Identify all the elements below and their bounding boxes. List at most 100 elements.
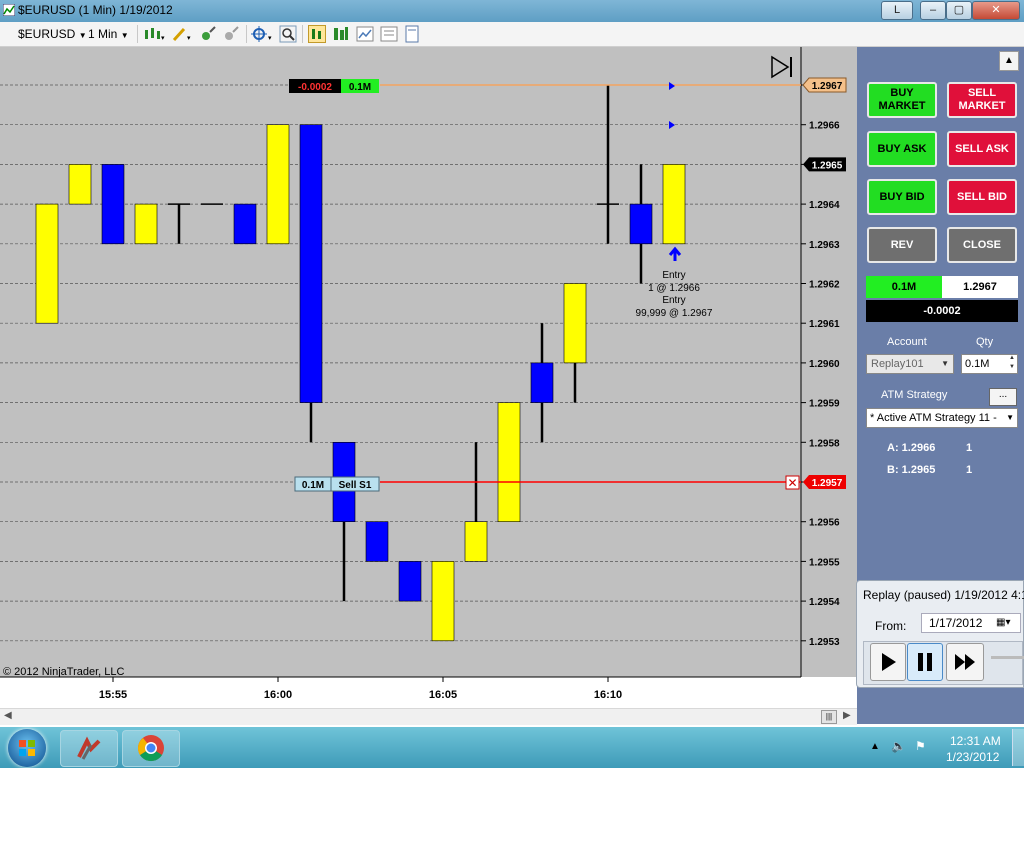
stepper-icon[interactable]: ▲ ▼	[1009, 354, 1015, 372]
remove-indicator-icon[interactable]	[222, 25, 240, 43]
start-button[interactable]	[8, 729, 46, 767]
chevron-down-icon: ▼	[78, 31, 87, 40]
time-tick-label: 15:55	[99, 689, 127, 701]
up-bar	[68, 164, 92, 205]
ninjatrader-icon	[77, 736, 101, 760]
sell-ask-button[interactable]: SELL ASK	[947, 131, 1017, 167]
collapse-panel-icon[interactable]: ▲	[999, 51, 1019, 71]
account-select[interactable]: Replay101 ▼	[866, 354, 954, 374]
minimize-button[interactable]: –	[920, 1, 946, 20]
down-bar	[299, 124, 323, 403]
fast-forward-button[interactable]	[946, 643, 984, 681]
buy-market-button[interactable]: BUY MARKET	[867, 82, 937, 118]
chart-trader-icon[interactable]	[308, 25, 326, 43]
show-desktop-button[interactable]	[1012, 729, 1024, 766]
position-pnl: -0.0002	[866, 300, 1018, 322]
qty-input[interactable]: 0.1M ▲ ▼	[961, 354, 1018, 374]
up-bar	[563, 283, 587, 364]
sell-market-button[interactable]: SELL MARKET	[947, 82, 1017, 118]
time-tick-label: 16:00	[264, 689, 292, 701]
volume-icon[interactable]: 🔈	[891, 739, 906, 753]
last-price-marker-label: 1.2965	[812, 160, 843, 171]
scroll-right-icon[interactable]: ▶	[843, 710, 851, 721]
ask-level: A: 1.2966	[887, 442, 936, 454]
replay-window: Replay (paused) 1/19/2012 4:1 From: 1/17…	[856, 580, 1024, 688]
window-link-icon[interactable]	[403, 25, 421, 43]
clock-time[interactable]: 12:31 AM	[950, 734, 1001, 748]
pause-button[interactable]	[907, 643, 943, 681]
price-tick-label: 1.2960	[809, 359, 840, 370]
horizontal-scrollbar[interactable]: ◀ ||| ▶	[0, 708, 857, 725]
layout-button[interactable]: L	[881, 1, 913, 20]
candlestick-chart[interactable]: 1.2966 1.2965 1.2964 1.2963 1.2962 1.2961 1.29…	[0, 47, 857, 708]
down-bar	[101, 164, 125, 245]
down-bar	[398, 561, 422, 602]
ask-level-qty: 1	[966, 442, 973, 454]
scroll-thumb[interactable]: |||	[821, 710, 837, 724]
window-title: $EURUSD (1 Min) 1/19/2012	[18, 3, 173, 17]
down-bar	[629, 203, 653, 245]
flag-icon[interactable]: ⚑	[915, 739, 926, 753]
crosshair-icon[interactable]: ▾	[251, 25, 273, 43]
close-icon[interactable]: ✕	[787, 476, 797, 490]
time-tick-label: 16:05	[429, 689, 457, 701]
svg-text:▾: ▾	[187, 35, 191, 42]
entry-fill: 99,999 @ 1.2967	[636, 308, 713, 319]
price-tick-label: 1.2962	[809, 280, 840, 291]
sell-bid-button[interactable]: SELL BID	[947, 179, 1017, 215]
close-position-button[interactable]: CLOSE	[947, 227, 1017, 263]
atm-more-button[interactable]: ...	[989, 388, 1017, 406]
atm-strategy-label: ATM Strategy	[881, 389, 948, 401]
pencil-icon[interactable]: ▾	[171, 25, 193, 43]
show-hidden-icons[interactable]: ▲	[870, 741, 880, 752]
instrument-selector[interactable]: $EURUSD ▼	[18, 27, 87, 41]
atm-strategy-select[interactable]: * Active ATM Strategy 11 - ▼	[866, 408, 1018, 428]
entry-fill: 1 @ 1.2966	[648, 283, 700, 294]
down-bar	[365, 521, 389, 562]
calendar-icon[interactable]: ▦▾	[996, 614, 1010, 632]
toolbar-divider	[246, 25, 247, 43]
price-tick-label: 1.2959	[809, 399, 840, 410]
taskbar-ninjatrader[interactable]	[60, 730, 118, 767]
pause-icon	[918, 653, 932, 671]
clock-date[interactable]: 1/23/2012	[946, 750, 999, 764]
up-bar	[497, 402, 521, 523]
add-indicator-icon[interactable]	[199, 25, 217, 43]
price-tick-label: 1.2963	[809, 240, 840, 251]
copyright: © 2012 NinjaTrader, LLC	[3, 666, 124, 678]
title-bar: $EURUSD (1 Min) 1/19/2012 L – ▢ ✕	[0, 0, 1024, 22]
data-box-icon[interactable]	[332, 25, 350, 43]
play-button[interactable]	[870, 643, 906, 681]
buy-ask-button[interactable]: BUY ASK	[867, 131, 937, 167]
price-tick-label: 1.2961	[809, 319, 840, 330]
order-qty: 0.1M	[302, 480, 324, 491]
order-name: Sell S1	[339, 480, 372, 491]
template-icon[interactable]	[380, 25, 398, 43]
chevron-down-icon: ▼	[941, 359, 949, 368]
position-qty-tag: 0.1M	[349, 82, 371, 93]
zoom-icon[interactable]	[279, 25, 297, 43]
buy-bid-button[interactable]: BUY BID	[867, 179, 937, 215]
chart-properties-icon[interactable]	[356, 25, 374, 43]
replay-title: Replay (paused) 1/19/2012 4:1	[863, 588, 1024, 602]
toolbar-divider	[302, 25, 303, 43]
restore-button[interactable]: ▢	[946, 1, 972, 20]
chart-app-icon	[3, 4, 15, 16]
price-tick-label: 1.2964	[809, 200, 840, 211]
up-bar	[464, 521, 488, 562]
price-tick-label: 1.2958	[809, 438, 840, 449]
down-bar	[233, 203, 257, 245]
close-window-button[interactable]: ✕	[972, 1, 1020, 20]
from-date-input[interactable]: 1/17/2012 ▦▾	[921, 613, 1021, 633]
bar-type-icon[interactable]: ▾	[143, 25, 165, 43]
up-bar	[134, 203, 158, 245]
reverse-button[interactable]: REV	[867, 227, 937, 263]
order-price-marker-label: 1.2957	[812, 478, 843, 489]
taskbar-chrome[interactable]	[122, 730, 180, 767]
price-chart[interactable]: 1.2966 1.2965 1.2964 1.2963 1.2962 1.2961 1.29…	[0, 47, 857, 708]
price-tick-label: 1.2966	[809, 121, 840, 132]
interval-selector[interactable]: 1 Min ▼	[88, 27, 129, 41]
replay-speed-slider[interactable]	[991, 656, 1024, 659]
windows-logo-icon	[19, 740, 35, 756]
scroll-left-icon[interactable]: ◀	[4, 710, 12, 721]
